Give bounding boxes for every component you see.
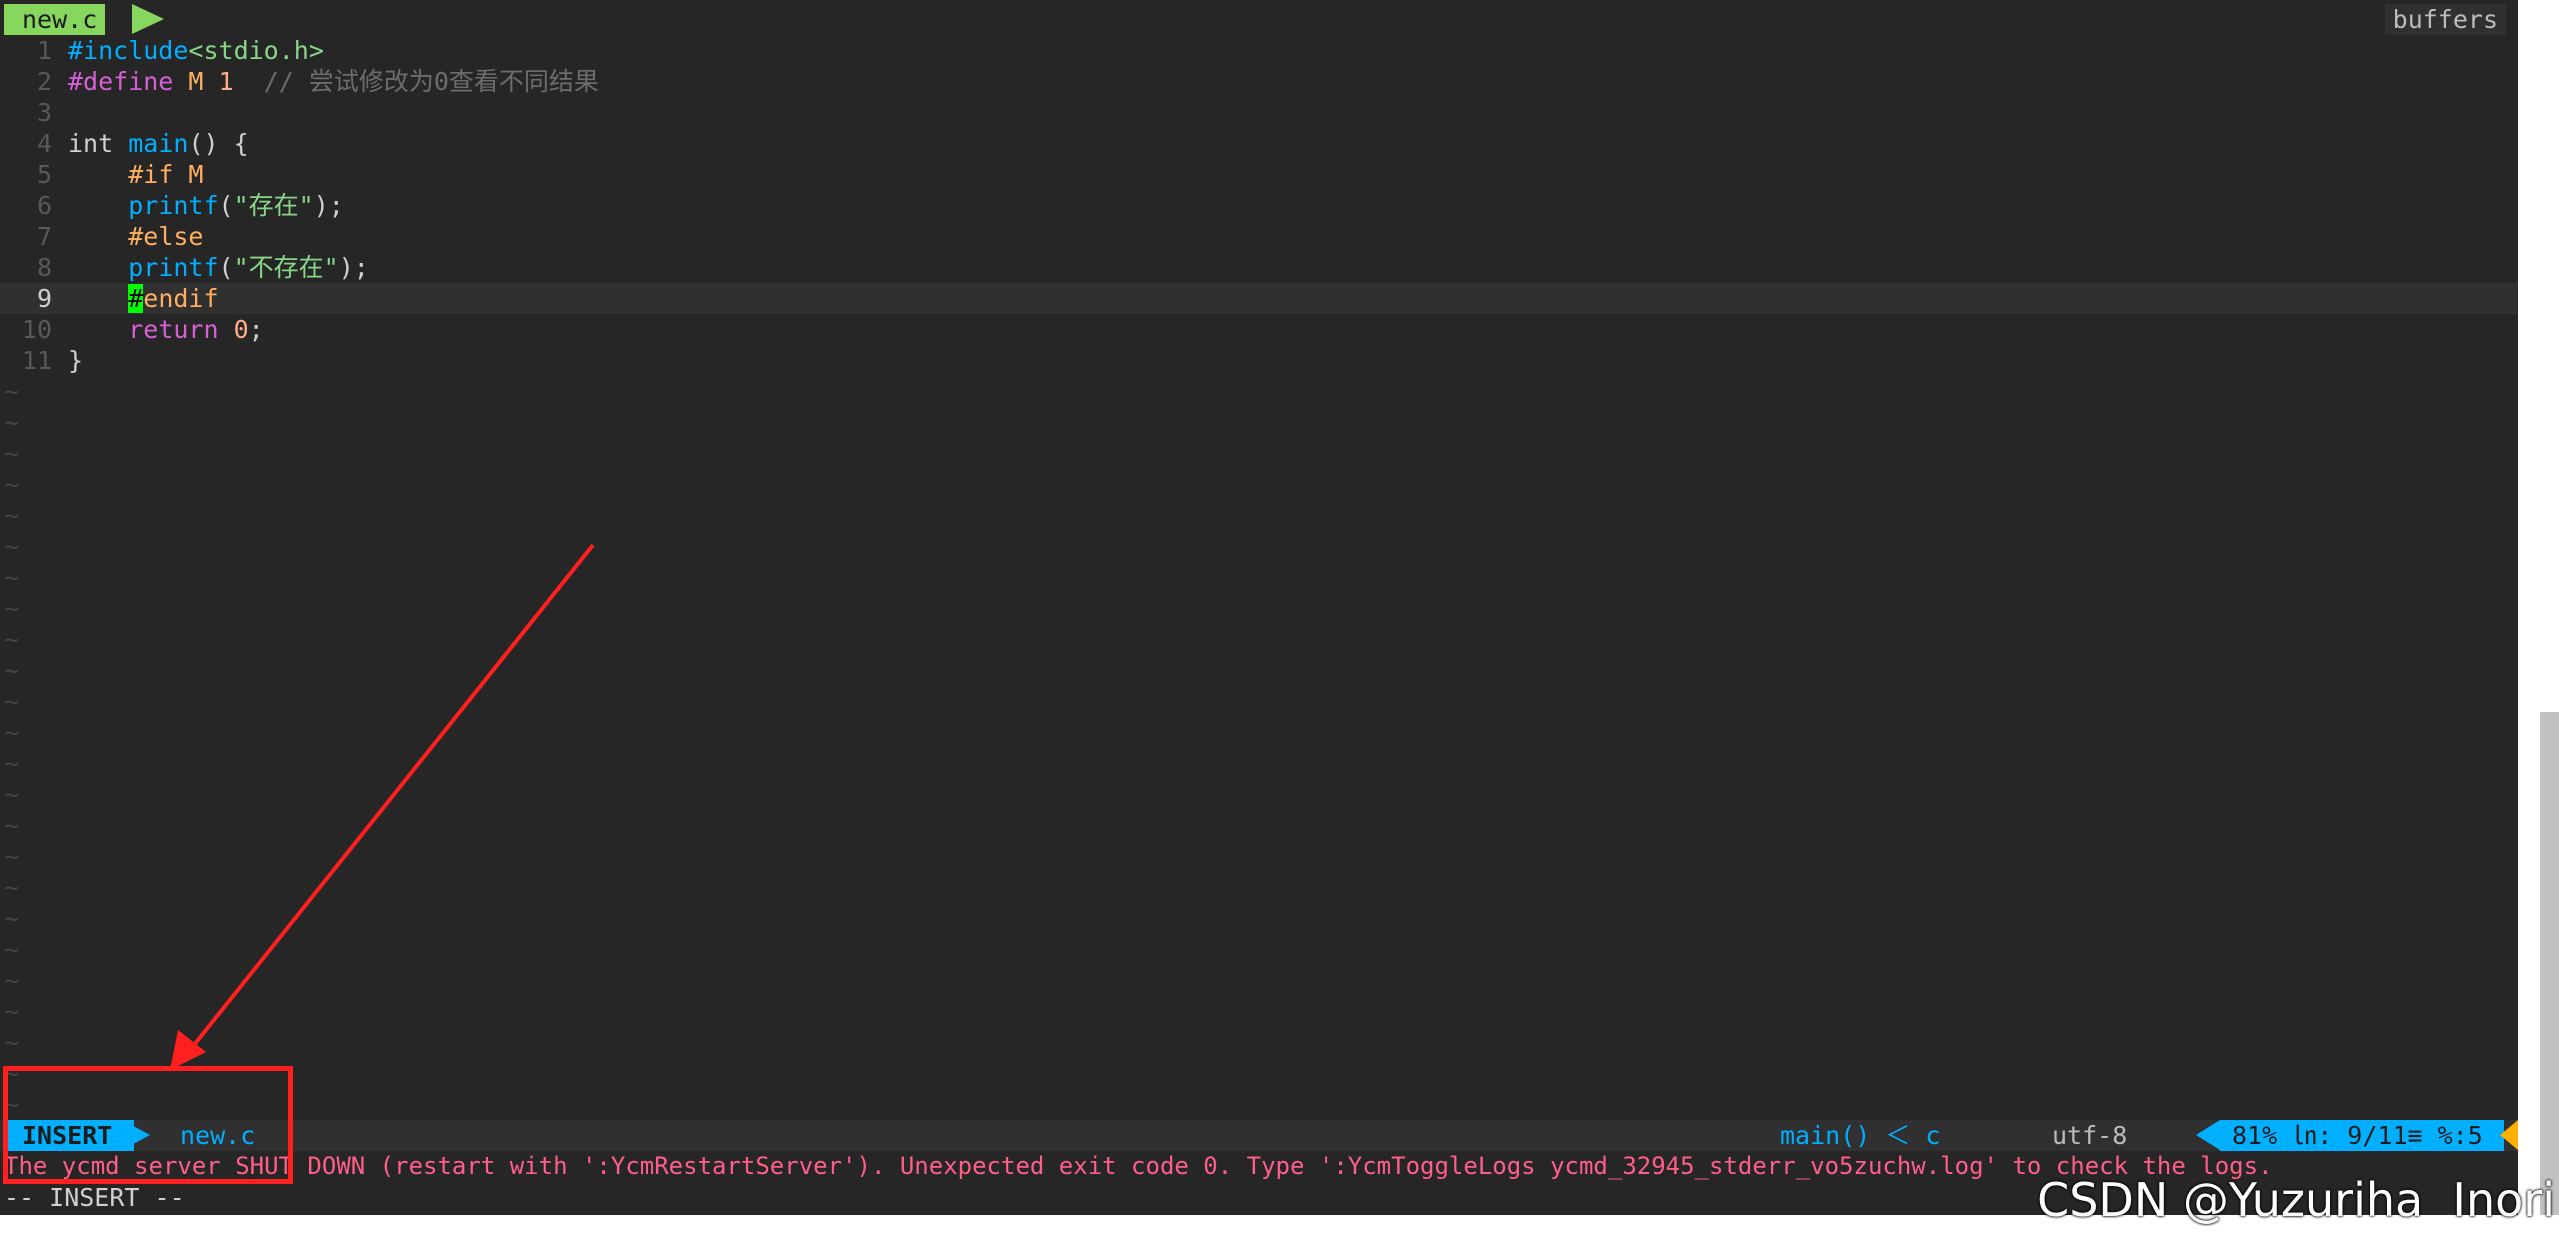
- annotation-arrow-icon: [0, 0, 2559, 1245]
- watermark: CSDN @Yuzuriha Inori: [2037, 1168, 2555, 1232]
- annotation-arrow-line: [190, 545, 593, 1050]
